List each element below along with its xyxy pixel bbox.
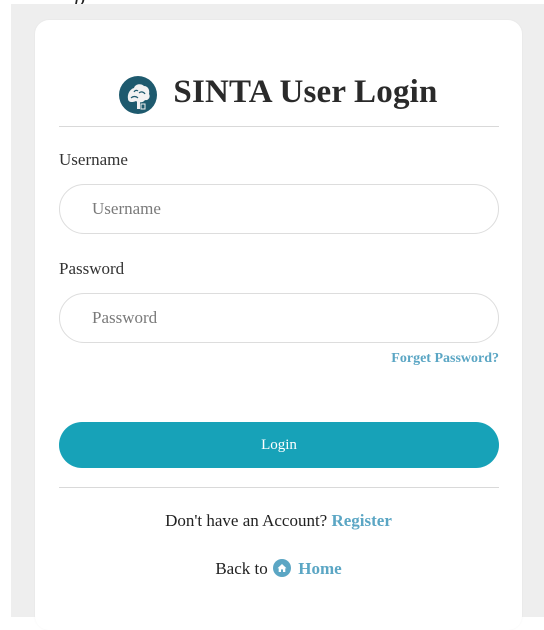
username-input[interactable] bbox=[59, 184, 499, 234]
no-account-text: Don't have an Account? bbox=[165, 511, 328, 530]
register-row: Don't have an Account? Register bbox=[35, 511, 522, 531]
footer-divider bbox=[59, 487, 499, 488]
back-home-row: Back to Home bbox=[35, 559, 522, 579]
password-label: Password bbox=[59, 259, 125, 278]
login-button[interactable]: Login bbox=[59, 422, 499, 468]
password-input[interactable] bbox=[59, 293, 499, 343]
register-link[interactable]: Register bbox=[331, 511, 391, 530]
home-link[interactable]: Home bbox=[298, 559, 341, 578]
home-icon[interactable] bbox=[272, 559, 291, 577]
back-to-text: Back to bbox=[215, 559, 268, 578]
login-header: SINTA User Login bbox=[35, 70, 522, 114]
username-label: Username bbox=[59, 150, 128, 169]
page-title: SINTA User Login bbox=[173, 73, 438, 110]
sinta-tree-logo-icon bbox=[119, 76, 158, 114]
login-card: SINTA User Login Username Password Forge… bbox=[35, 20, 522, 630]
forget-password-link[interactable]: Forget Password? bbox=[391, 351, 499, 367]
header-divider bbox=[59, 126, 499, 127]
